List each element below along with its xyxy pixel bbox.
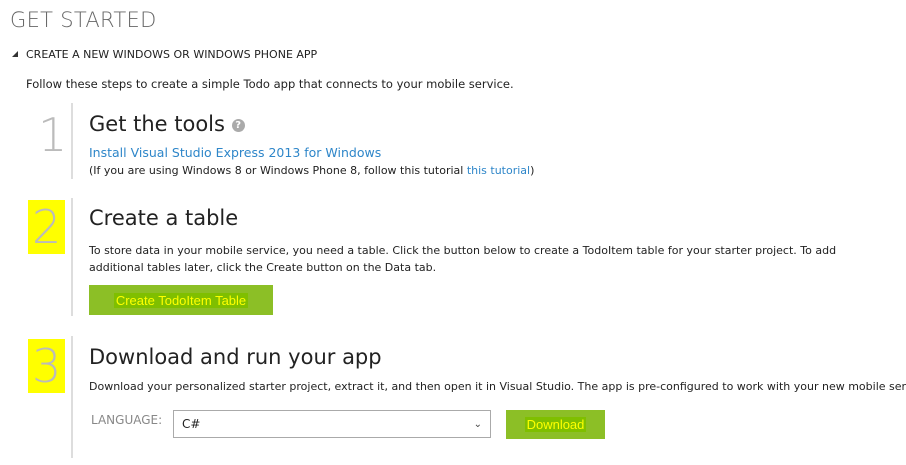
step-divider bbox=[71, 336, 73, 458]
language-label: LANGUAGE: bbox=[91, 413, 163, 427]
section-toggle[interactable]: CREATE A NEW WINDOWS OR WINDOWS PHONE AP… bbox=[12, 48, 317, 61]
step-divider bbox=[71, 198, 73, 316]
page-title: GET STARTED bbox=[10, 8, 157, 32]
step-description: To store data in your mobile service, yo… bbox=[89, 244, 837, 274]
step-description: Download your personalized starter proje… bbox=[89, 380, 906, 393]
create-todoitem-table-button[interactable]: Create TodoItem Table bbox=[89, 285, 273, 315]
step-number: 3 bbox=[28, 339, 66, 393]
section-label: CREATE A NEW WINDOWS OR WINDOWS PHONE AP… bbox=[26, 48, 318, 61]
tutorial-note: (If you are using Windows 8 or Windows P… bbox=[89, 164, 535, 177]
download-button[interactable]: Download bbox=[506, 410, 605, 439]
step-number: 2 bbox=[28, 200, 66, 254]
intro-text: Follow these steps to create a simple To… bbox=[26, 77, 514, 91]
tutorial-link[interactable]: this tutorial bbox=[467, 164, 530, 177]
help-icon[interactable]: ? bbox=[231, 119, 245, 132]
step-divider bbox=[71, 103, 73, 179]
step-title: Get the tools ? bbox=[89, 112, 245, 136]
step-number: 1 bbox=[38, 108, 68, 162]
collapse-triangle-icon bbox=[12, 51, 18, 57]
install-vs-link[interactable]: Install Visual Studio Express 2013 for W… bbox=[89, 145, 381, 160]
language-select[interactable]: C# ⌄ bbox=[173, 410, 491, 438]
language-value: C# bbox=[182, 417, 201, 431]
chevron-down-icon: ⌄ bbox=[473, 418, 482, 430]
step-title: Download and run your app bbox=[89, 345, 382, 369]
step-title: Create a table bbox=[89, 206, 239, 230]
